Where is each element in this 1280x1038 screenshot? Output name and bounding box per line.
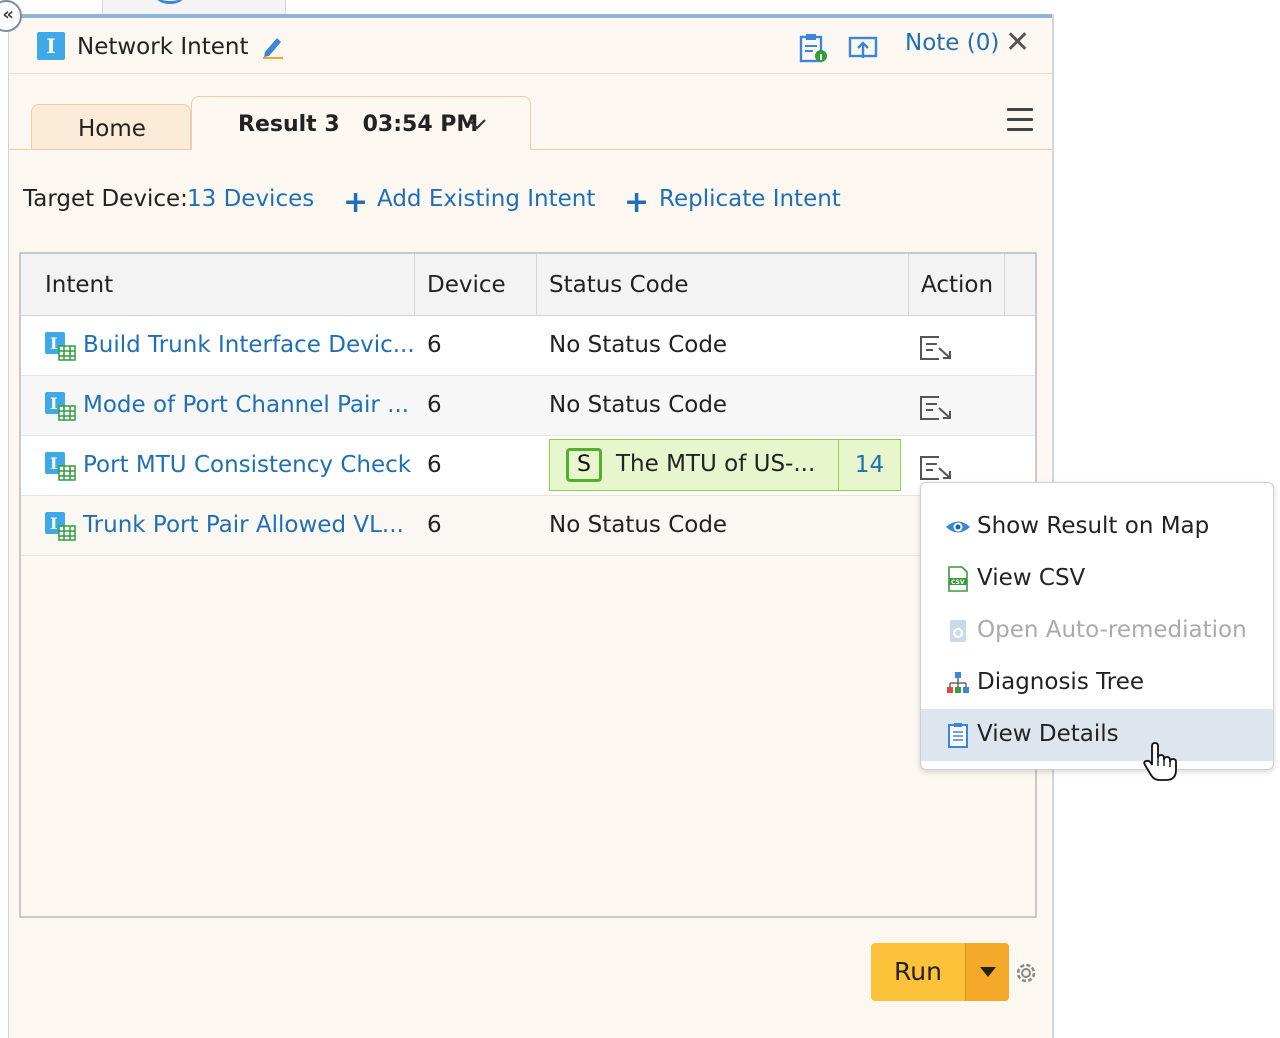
menu-item-show-result-on-map[interactable]: Show Result on Map bbox=[921, 501, 1273, 553]
status-code: No Status Code bbox=[549, 332, 728, 358]
menu-item-label: Show Result on Map bbox=[977, 513, 1210, 539]
eye-icon bbox=[946, 521, 970, 533]
clipboard-icon bbox=[948, 723, 968, 748]
run-button[interactable]: Run bbox=[871, 943, 1009, 1001]
status-code-chip[interactable]: S The MTU of US-... 14 bbox=[549, 439, 901, 491]
clipboard-info-icon[interactable] bbox=[797, 32, 829, 64]
menu-item-label: Open Auto-remediation bbox=[977, 617, 1247, 643]
background-tab[interactable] bbox=[102, 0, 286, 14]
plus-icon[interactable]: + bbox=[343, 188, 368, 218]
intent-name-link[interactable]: Build Trunk Interface Devic... bbox=[83, 332, 415, 358]
target-device-link[interactable]: 13 Devices bbox=[187, 186, 314, 212]
hand-cursor-icon bbox=[1143, 742, 1177, 781]
menu-item-view-csv[interactable]: CSV View CSV bbox=[921, 553, 1273, 605]
intent-name-link[interactable]: Trunk Port Pair Allowed VL... bbox=[83, 512, 404, 538]
active-tab-gap bbox=[192, 149, 530, 151]
intent-table: Intent Device Status Code Action I Build… bbox=[19, 252, 1037, 918]
caret-down-icon bbox=[980, 967, 996, 977]
device-count: 6 bbox=[427, 452, 442, 478]
action-open-icon[interactable] bbox=[919, 394, 953, 422]
tab-home[interactable]: Home bbox=[31, 104, 191, 150]
share-screen-icon[interactable] bbox=[847, 32, 879, 64]
chevron-down-icon[interactable] bbox=[466, 113, 488, 135]
intent-table-icon: I bbox=[45, 332, 76, 361]
plus-icon[interactable]: + bbox=[624, 188, 649, 218]
svg-text:I: I bbox=[50, 334, 57, 353]
status-code: No Status Code bbox=[549, 392, 728, 418]
status-code-text: The MTU of US-... bbox=[616, 451, 816, 477]
menu-item-view-details[interactable]: View Details bbox=[921, 709, 1273, 761]
action-open-icon[interactable] bbox=[919, 334, 953, 362]
column-header-status-code[interactable]: Status Code bbox=[537, 254, 909, 316]
add-existing-intent-link[interactable]: Add Existing Intent bbox=[377, 186, 595, 212]
column-header-intent[interactable]: Intent bbox=[21, 254, 415, 316]
device-count: 6 bbox=[427, 392, 442, 418]
device-count: 6 bbox=[427, 512, 442, 538]
svg-text:I: I bbox=[50, 394, 57, 413]
column-header-action[interactable]: Action bbox=[909, 254, 1005, 316]
csv-file-icon: CSV bbox=[948, 566, 968, 592]
intent-name-link[interactable]: Mode of Port Channel Pair ... bbox=[83, 392, 409, 418]
tab-result-label: Result 3 03:54 PM bbox=[238, 112, 479, 137]
tab-result[interactable]: Result 3 03:54 PM bbox=[191, 96, 531, 150]
intent-table-icon: I bbox=[45, 512, 76, 541]
action-open-icon[interactable] bbox=[919, 454, 953, 482]
table-row[interactable]: I Port MTU Consistency Check 6 S The MTU… bbox=[21, 436, 1035, 496]
svg-text:CSV: CSV bbox=[951, 579, 965, 586]
device-count: 6 bbox=[427, 332, 442, 358]
menu-item-label: Diagnosis Tree bbox=[977, 669, 1145, 695]
replicate-intent-link[interactable]: Replicate Intent bbox=[659, 186, 841, 212]
close-icon[interactable]: ✕ bbox=[1005, 28, 1030, 58]
intent-table-icon: I bbox=[45, 452, 76, 481]
target-device-label: Target Device: bbox=[23, 186, 188, 212]
menu-item-label: View Details bbox=[977, 721, 1119, 747]
tab-underline bbox=[9, 149, 1053, 150]
network-intent-panel: I Network Intent Note (0) ✕ Home Result … bbox=[8, 14, 1054, 1038]
panel-header: I Network Intent Note (0) ✕ bbox=[9, 18, 1052, 74]
intent-app-icon: I bbox=[37, 32, 65, 60]
table-row[interactable]: I Build Trunk Interface Devic... 6 No St… bbox=[21, 316, 1035, 376]
table-row[interactable]: I Mode of Port Channel Pair ... 6 No Sta… bbox=[21, 376, 1035, 436]
svg-text:I: I bbox=[50, 514, 57, 533]
menu-item-diagnosis-tree[interactable]: Diagnosis Tree bbox=[921, 657, 1273, 709]
gear-icon[interactable] bbox=[1013, 960, 1039, 986]
panel-title: Network Intent bbox=[77, 34, 249, 60]
edit-pencil-icon[interactable] bbox=[259, 32, 287, 60]
note-link[interactable]: Note (0) bbox=[905, 30, 999, 56]
status-code: No Status Code bbox=[549, 512, 728, 538]
table-header: Intent Device Status Code Action bbox=[21, 254, 1035, 316]
action-context-menu: Show Result on Map CSV View CSV Open Aut… bbox=[920, 482, 1274, 770]
svg-text:I: I bbox=[50, 454, 57, 473]
tab-indicator bbox=[155, 0, 185, 4]
success-badge: S bbox=[566, 448, 602, 482]
table-row[interactable]: I Trunk Port Pair Allowed VL... 6 No Sta… bbox=[21, 496, 1035, 556]
auto-remediation-icon bbox=[950, 620, 966, 642]
tree-icon bbox=[947, 672, 969, 693]
intent-table-icon: I bbox=[45, 392, 76, 421]
menu-item-open-auto-remediation: Open Auto-remediation bbox=[921, 605, 1273, 657]
intent-name-link[interactable]: Port MTU Consistency Check bbox=[83, 452, 411, 478]
tab-home-label: Home bbox=[78, 116, 146, 142]
status-count-link[interactable]: 14 bbox=[838, 440, 900, 490]
menu-hamburger-icon[interactable] bbox=[1007, 108, 1033, 138]
run-options-dropdown[interactable] bbox=[965, 943, 1009, 1001]
run-button-label: Run bbox=[894, 957, 942, 986]
menu-item-label: View CSV bbox=[977, 565, 1086, 591]
column-header-device[interactable]: Device bbox=[415, 254, 537, 316]
